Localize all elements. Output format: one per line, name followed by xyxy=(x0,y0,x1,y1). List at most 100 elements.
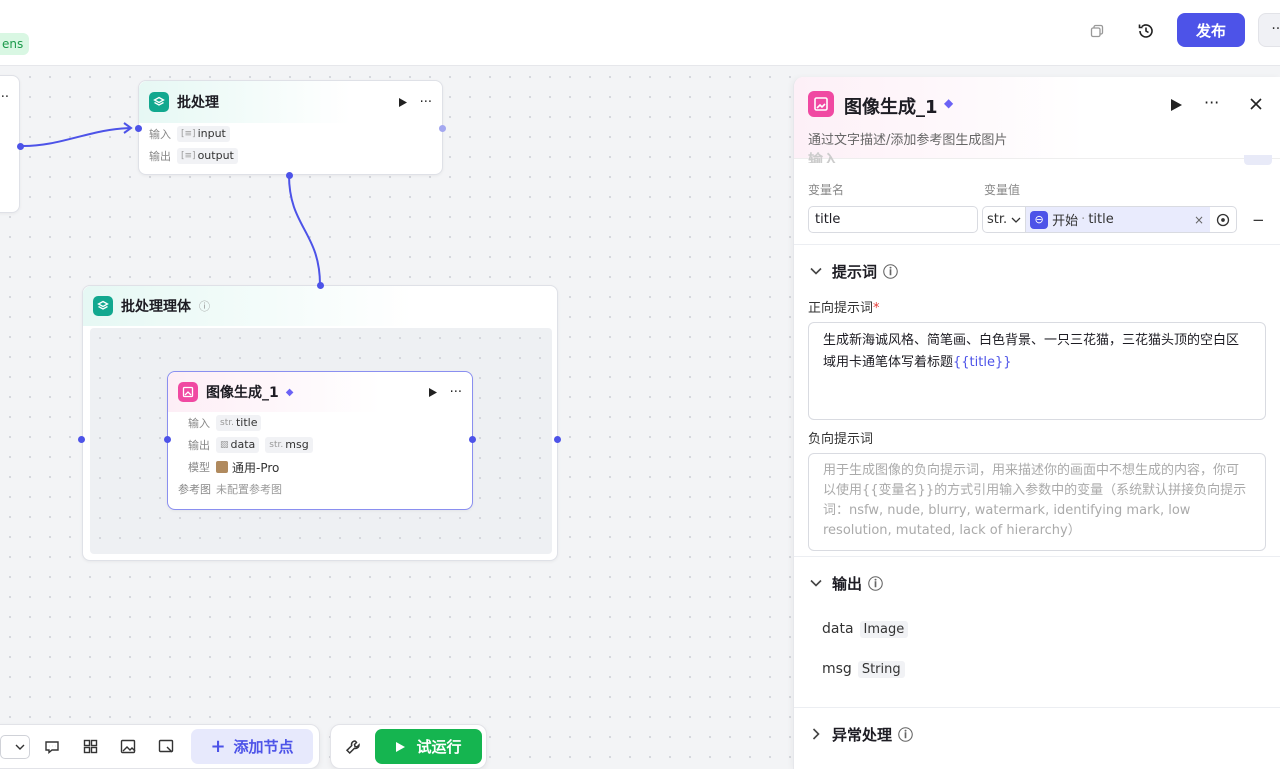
ref-image-value: 未配置参考图 xyxy=(216,483,282,496)
more-icon[interactable]: ··· xyxy=(1204,93,1219,112)
comment-icon[interactable] xyxy=(33,739,71,755)
output-port[interactable] xyxy=(439,125,446,132)
type-select[interactable]: str. xyxy=(983,212,1011,227)
model-avatar xyxy=(216,461,228,473)
output-tag: [≡] output xyxy=(177,148,238,164)
output-tag-msg: str. msg xyxy=(265,437,313,453)
output-value-msg: msg xyxy=(285,438,309,451)
add-input-button-partial[interactable] xyxy=(1244,155,1272,165)
copy-icon[interactable] xyxy=(1082,18,1112,44)
clear-icon[interactable]: × xyxy=(1194,213,1204,227)
batch-body-top-port[interactable] xyxy=(317,282,324,289)
top-bar: ens 发布 ··· xyxy=(0,0,1280,66)
info-icon[interactable]: ⓘ xyxy=(898,724,913,745)
more-icon[interactable]: ··· xyxy=(450,385,462,400)
var-name-input[interactable]: title xyxy=(808,206,978,233)
batch-node-title: 批处理 xyxy=(177,95,219,111)
model-label: 模型 xyxy=(188,461,210,474)
error-handling-section: 异常处理 ⓘ xyxy=(794,708,1280,760)
positive-prompt-label: 正向提示词* xyxy=(808,297,1266,316)
plus-icon: + xyxy=(210,736,226,757)
input-section: 输入 变量名 变量值 title str. ⊖ 开始 · title × − xyxy=(794,151,1280,245)
start-node-icon: ⊖ xyxy=(1030,210,1049,229)
model-value: 通用-Pro xyxy=(232,460,280,475)
workflow-canvas[interactable]: ··· 批处理 ··· 输入 [≡]input 输出 [≡]output 批处理理体 xyxy=(0,67,793,769)
panel-title[interactable]: 图像生成_1 xyxy=(844,93,938,119)
image-gen-node[interactable]: 图像生成_1 ◆ ··· 输入 str. title 输出 ▨ data str. msg … xyxy=(167,371,473,510)
test-run-button[interactable]: 试运行 xyxy=(375,729,482,764)
history-icon[interactable] xyxy=(1131,18,1161,44)
var-name-header: 变量名 xyxy=(808,183,845,197)
output-name: data xyxy=(822,621,854,637)
chevron-down-icon xyxy=(0,734,30,759)
premium-diamond-icon: ◆ xyxy=(944,96,954,110)
output-type: String xyxy=(857,660,905,678)
output-section-title: 输出 xyxy=(832,574,863,593)
type-str: str. xyxy=(269,440,284,450)
batch-node-header: 批处理 ··· xyxy=(139,81,442,123)
type-str: str. xyxy=(220,418,234,428)
target-icon[interactable] xyxy=(1210,213,1236,227)
prompt-variable: {{title}} xyxy=(953,355,1012,370)
output-label: 输出 xyxy=(188,439,210,452)
batch-body-header: 批处理理体 ⓘ xyxy=(83,286,557,326)
wrench-icon[interactable] xyxy=(331,739,375,755)
input-tag: str. title xyxy=(216,415,262,431)
positive-prompt-input[interactable]: 生成新海诚风格、简笔画、白色背景、一只三花猫，三花猫头顶的空白区域用卡通笔体写着… xyxy=(808,322,1266,420)
input-port[interactable] xyxy=(135,125,142,132)
image-input-port[interactable] xyxy=(164,436,171,443)
test-run-label: 试运行 xyxy=(416,738,462,756)
add-node-button[interactable]: + 添加节点 xyxy=(191,729,313,764)
panel-header: 图像生成_1 ◆ 通过文字描述/添加参考图生成图片 ··· xyxy=(794,77,1280,159)
canvas-toolbar: + 添加节点 xyxy=(0,724,320,769)
node-config-panel: 图像生成_1 ◆ 通过文字描述/添加参考图生成图片 ··· 输入 变量名 变量值… xyxy=(793,77,1280,769)
play-icon xyxy=(396,741,406,752)
more-icon[interactable]: ··· xyxy=(0,90,9,105)
status-badge: ens xyxy=(0,33,30,55)
prompt-section-header[interactable]: 提示词 ⓘ xyxy=(808,245,1266,297)
var-value-field[interactable]: str. ⊖ 开始 · title × xyxy=(982,206,1237,233)
minimap-icon[interactable] xyxy=(147,739,185,754)
chevron-down-icon xyxy=(810,579,822,587)
batch-body-left-port[interactable] xyxy=(78,436,85,443)
ref-separator: · xyxy=(1081,212,1086,227)
play-icon[interactable] xyxy=(398,97,408,108)
output-section-header[interactable]: 输出 ⓘ xyxy=(808,557,1266,609)
ref-var: title xyxy=(1088,212,1114,227)
negative-prompt-input[interactable]: 用于生成图像的负向提示词，用来描述你的画面中不想生成的内容，你可以使用{{变量名… xyxy=(808,453,1266,551)
info-icon[interactable]: ⓘ xyxy=(883,261,898,282)
more-icon[interactable]: ··· xyxy=(420,95,432,110)
zoom-dropdown[interactable] xyxy=(0,734,33,759)
output-item: msg String xyxy=(808,649,1266,689)
image-output-port[interactable] xyxy=(469,436,476,443)
publish-button[interactable]: 发布 xyxy=(1177,13,1245,47)
output-port[interactable] xyxy=(17,143,24,150)
output-item: data Image xyxy=(808,609,1266,649)
info-icon[interactable]: ⓘ xyxy=(199,298,210,314)
play-icon[interactable] xyxy=(1170,98,1183,112)
panel-description: 通过文字描述/添加参考图生成图片 xyxy=(808,133,1008,148)
info-icon[interactable]: ⓘ xyxy=(868,573,883,594)
batch-node[interactable]: 批处理 ··· 输入 [≡] input 输出 [≡] output xyxy=(138,80,443,175)
positive-prompt-label-text: 正向提示词 xyxy=(808,301,874,316)
more-button[interactable]: ··· xyxy=(1258,13,1280,47)
batch-body-right-port[interactable] xyxy=(554,436,561,443)
edge-batch-to-body xyxy=(288,174,321,286)
image-icon[interactable] xyxy=(109,739,147,754)
input-label: 输入 xyxy=(188,417,210,430)
output-tag-data: ▨ data xyxy=(216,437,260,453)
input-label: 输入 xyxy=(149,128,171,141)
input-value: title xyxy=(235,416,258,429)
image-type-icon: ▨ xyxy=(220,440,229,450)
batch-body-port[interactable] xyxy=(286,172,293,179)
output-section: 输出 ⓘ data Image msg String xyxy=(794,557,1280,708)
close-icon[interactable] xyxy=(1249,97,1263,111)
output-name: msg xyxy=(822,661,852,677)
play-icon[interactable] xyxy=(428,387,438,398)
var-reference[interactable]: ⊖ 开始 · title × xyxy=(1025,207,1210,232)
image-gen-title: 图像生成_1 xyxy=(206,385,279,401)
remove-var-button[interactable]: − xyxy=(1252,211,1265,229)
error-handling-header[interactable]: 异常处理 ⓘ xyxy=(808,708,1266,760)
grid-layout-icon[interactable] xyxy=(71,739,109,754)
output-value: output xyxy=(197,149,234,162)
